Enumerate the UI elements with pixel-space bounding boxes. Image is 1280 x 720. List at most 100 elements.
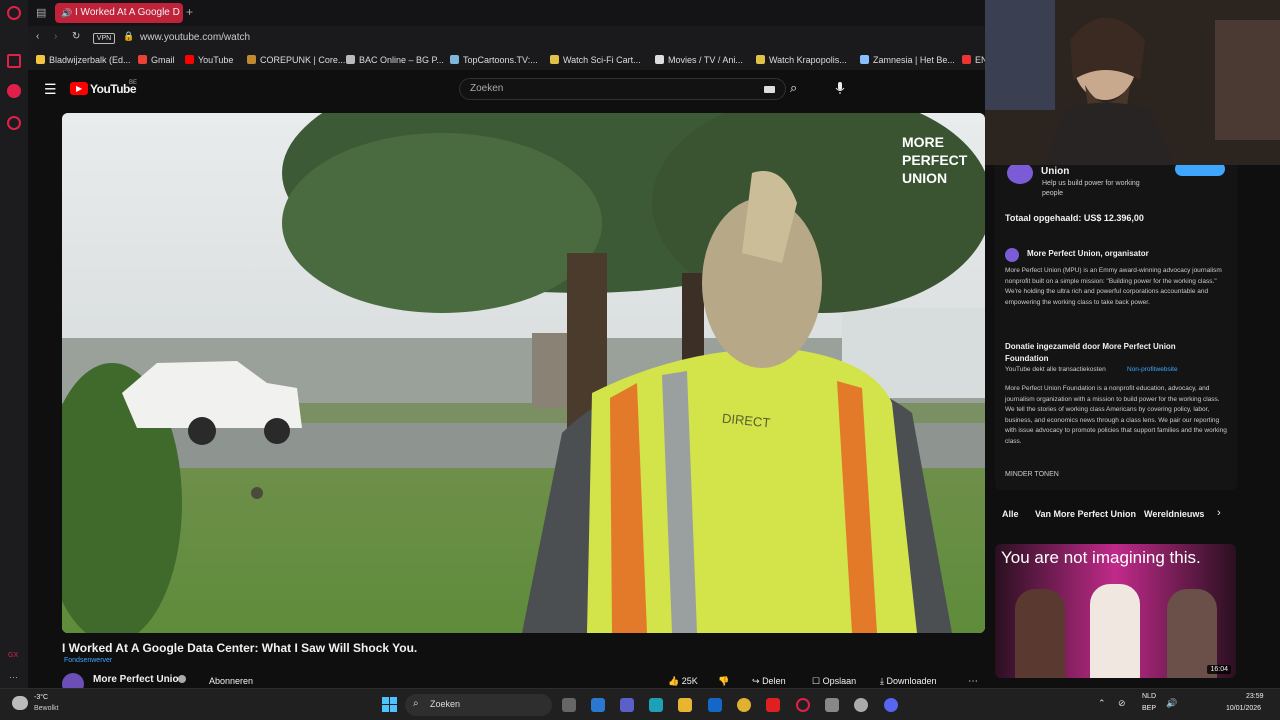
lang-top[interactable]: NLD — [1142, 693, 1156, 700]
opera-sidebar: GX ⋯ — [0, 0, 28, 688]
bookmark-favicon-icon — [36, 55, 45, 64]
org-title: Union — [1041, 166, 1070, 177]
discord-icon[interactable] — [884, 698, 898, 712]
forward-icon[interactable]: › — [54, 31, 57, 42]
video-player[interactable]: MORE PERFECT UNION DIRECT — [62, 113, 985, 633]
teams-icon[interactable] — [620, 698, 634, 712]
bookmark-label: Watch Krapopolis... — [769, 55, 847, 65]
bookmark-label: Zamnesia | Het Be... — [873, 55, 955, 65]
bookmark-item[interactable]: Zamnesia | Het Be... — [860, 55, 955, 65]
save-label: Opslaan — [822, 676, 857, 686]
search-input[interactable]: Zoeken — [459, 78, 786, 100]
bookmark-favicon-icon — [860, 55, 869, 64]
clock-time[interactable]: 23:59 — [1246, 693, 1264, 700]
bookmark-item[interactable]: TopCartoons.TV:... — [450, 55, 538, 65]
weather-icon[interactable] — [12, 696, 28, 710]
bookmark-favicon-icon — [962, 55, 971, 64]
like-count: 25K — [681, 676, 698, 686]
vpn-badge[interactable]: VPN — [93, 33, 115, 44]
bookmark-label: YouTube — [198, 55, 234, 65]
organizer-description: More Perfect Union (MPU) is an Emmy awar… — [1005, 267, 1222, 306]
tray-network-icon[interactable]: ⊘ — [1118, 698, 1126, 709]
chip-all[interactable]: Alle — [1002, 509, 1019, 519]
dislike-icon[interactable]: 👎 — [718, 676, 729, 687]
chips-next-icon[interactable]: › — [1217, 507, 1221, 519]
mic-icon[interactable] — [833, 81, 847, 95]
fees-note: YouTube dekt alle transactiekosten — [1005, 366, 1106, 373]
chrome-icon[interactable] — [737, 698, 751, 712]
bookmark-favicon-icon — [756, 55, 765, 64]
watermark-line-1: MORE — [902, 134, 944, 150]
search-placeholder: Zoeken — [470, 83, 504, 94]
tab-menu-icon[interactable]: ▤ — [36, 6, 46, 19]
like-button[interactable]: 👍 25K — [668, 676, 698, 687]
keyboard-icon[interactable] — [764, 86, 775, 93]
bookmark-item[interactable]: COREPUNK | Core... — [247, 55, 345, 65]
video-watermark: MORE PERFECT UNION — [902, 133, 967, 187]
store-icon[interactable] — [591, 698, 605, 712]
more-actions-icon[interactable]: ⋯ — [968, 676, 978, 687]
chip-world-news[interactable]: Wereldnieuws — [1144, 509, 1204, 519]
outlook-icon[interactable] — [708, 698, 722, 712]
reload-icon[interactable]: ↻ — [72, 31, 80, 42]
bookmark-item[interactable]: Watch Krapopolis... — [756, 55, 847, 65]
bookmark-label: Bladwijzerbalk (Ed... — [49, 55, 131, 65]
share-button[interactable]: ↪ Delen — [752, 676, 786, 687]
back-icon[interactable]: ‹ — [36, 31, 39, 42]
hamburger-icon[interactable]: ☰ — [44, 81, 57, 98]
more-icon[interactable]: ⋯ — [9, 672, 18, 683]
youtube-app-icon[interactable] — [766, 698, 780, 712]
thumb-face-center — [1090, 584, 1140, 678]
opera-gx-icon[interactable] — [796, 698, 810, 712]
volume-icon[interactable]: 🔊 — [1166, 698, 1177, 709]
share-icon: ↪ — [752, 676, 760, 686]
nonprofit-link[interactable]: Non-profitwebsite — [1127, 366, 1178, 373]
share-label: Delen — [762, 676, 786, 686]
edge-icon[interactable] — [649, 698, 663, 712]
new-tab-icon[interactable]: + — [186, 5, 193, 19]
aria-icon[interactable] — [7, 54, 21, 68]
bookmark-item[interactable]: EN — [962, 55, 988, 65]
clock-date[interactable]: 10/01/2026 — [1226, 705, 1261, 712]
weather-temp: -3°C — [34, 694, 49, 701]
show-less-button[interactable]: MINDER TONEN — [1005, 471, 1059, 478]
search-icon[interactable]: ⌕ — [790, 80, 797, 96]
recommended-thumbnail[interactable]: You are not imagining this. 16:04 — [995, 544, 1236, 678]
youtube-logo-icon[interactable]: ▶ — [70, 82, 88, 95]
channel-name[interactable]: More Perfect Union — [93, 674, 185, 685]
thumbnail-text: You are not imagining this. — [1001, 548, 1201, 567]
task-view-icon[interactable] — [562, 698, 576, 712]
bookmark-favicon-icon — [346, 55, 355, 64]
donation-title: Donatie ingezameld door More Perfect Uni… — [1005, 342, 1176, 363]
bookmark-item[interactable]: Watch Sci-Fi Cart... — [550, 55, 641, 65]
url-text[interactable]: www.youtube.com/watch — [140, 32, 250, 43]
active-tab[interactable]: 🔊 I Worked At A Google D — [55, 3, 183, 23]
history-icon[interactable] — [7, 116, 21, 130]
taskbar-search[interactable]: ⌕ Zoeken — [405, 694, 552, 716]
bookmark-item[interactable]: Movies / TV / Ani... — [655, 55, 743, 65]
settings-icon[interactable] — [854, 698, 868, 712]
bookmark-item[interactable]: BAC Online – BG P... — [346, 55, 444, 65]
gx-icon[interactable]: GX — [8, 652, 18, 659]
fundraiser-label[interactable]: Fondsenwerver — [64, 657, 112, 664]
union-avatar — [1007, 162, 1033, 184]
bookmark-item[interactable]: Gmail — [138, 55, 175, 65]
calculator-icon[interactable] — [825, 698, 839, 712]
bookmark-favicon-icon — [247, 55, 256, 64]
chip-channel[interactable]: Van More Perfect Union — [1035, 509, 1136, 519]
bookmark-item[interactable]: YouTube — [185, 55, 233, 65]
opera-logo-icon[interactable] — [7, 6, 21, 20]
tray-chevron-icon[interactable]: ⌃ — [1098, 698, 1106, 709]
save-icon: ☐ — [812, 676, 821, 686]
bookmark-item[interactable]: Bladwijzerbalk (Ed... — [36, 55, 131, 65]
video-frame — [62, 113, 985, 633]
organizer-name[interactable]: More Perfect Union, organisator — [1027, 249, 1149, 258]
download-button[interactable]: ⤓ Downloaden — [880, 676, 937, 687]
file-explorer-icon[interactable] — [678, 698, 692, 712]
lang-bottom[interactable]: BEP — [1142, 705, 1156, 712]
webcam-overlay — [985, 0, 1280, 165]
watermark-line-3: UNION — [902, 170, 948, 186]
save-button[interactable]: ☐ Opslaan — [812, 676, 856, 687]
youtube-side-icon[interactable] — [7, 84, 21, 98]
windows-start-icon[interactable] — [382, 697, 397, 712]
